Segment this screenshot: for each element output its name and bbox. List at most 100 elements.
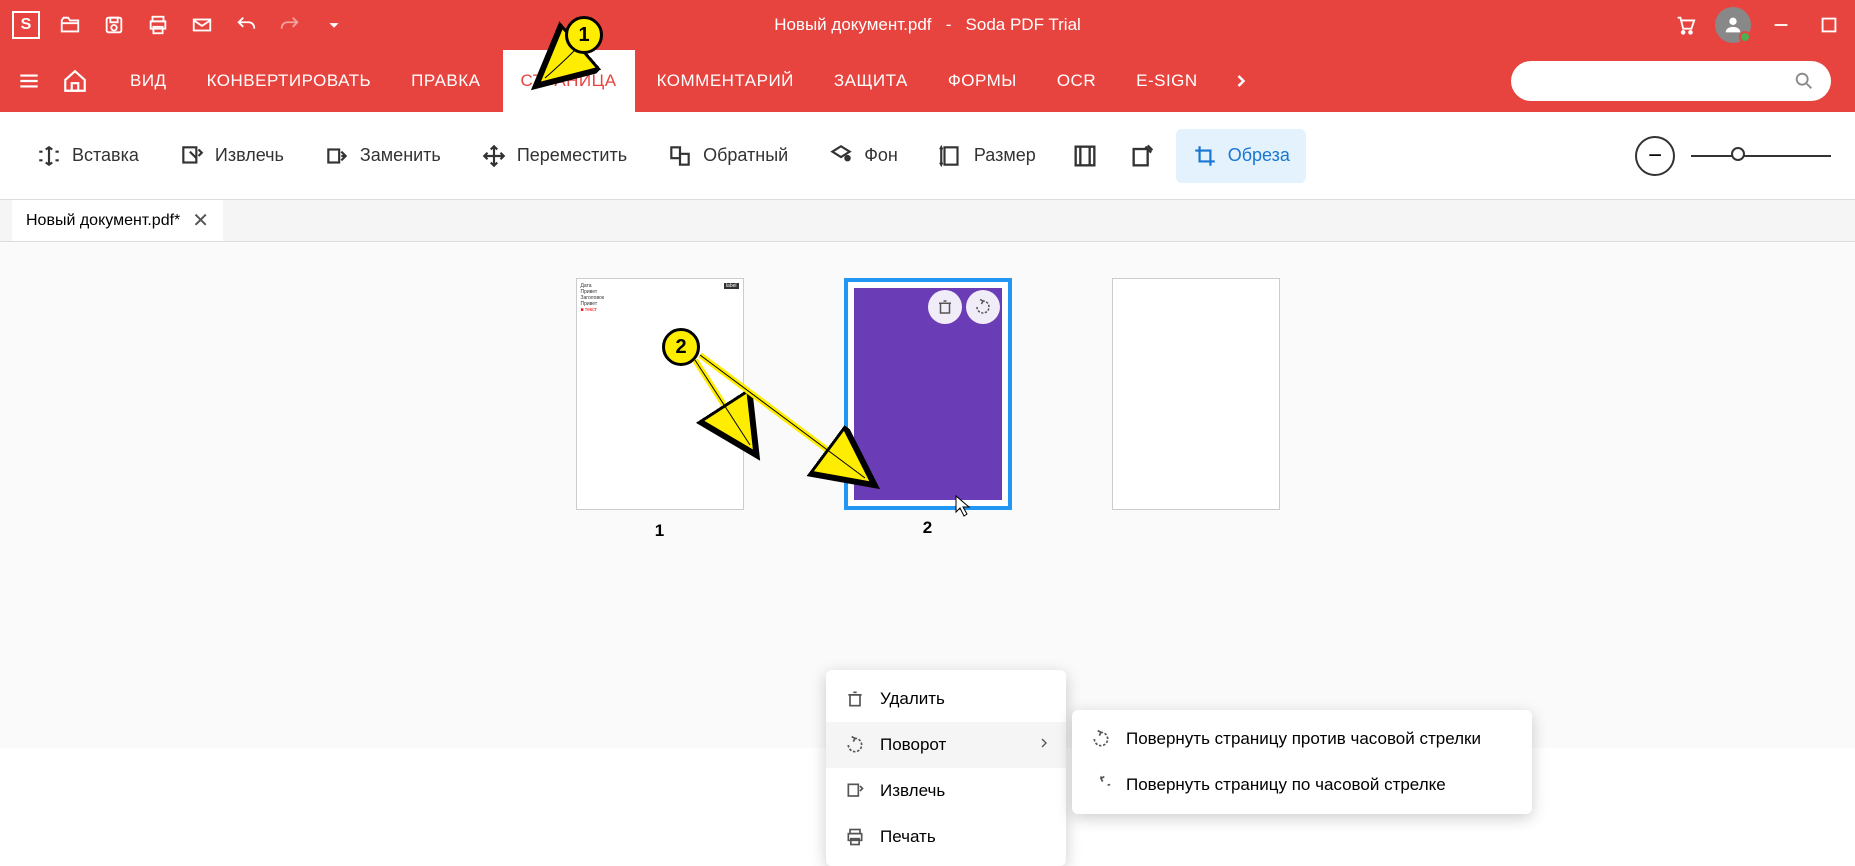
rotate-ccw-icon bbox=[844, 734, 866, 756]
page-thumb-3[interactable] bbox=[1112, 278, 1280, 510]
zoom-out-button[interactable]: − bbox=[1635, 136, 1675, 176]
maximize-icon bbox=[1818, 14, 1840, 36]
search-icon bbox=[1793, 70, 1815, 92]
cursor-icon bbox=[954, 494, 974, 518]
folder-open-icon bbox=[59, 14, 81, 36]
home-icon bbox=[62, 68, 88, 94]
avatar-icon bbox=[1715, 7, 1751, 43]
ctx-rotate-cw[interactable]: Повернуть страницу по часовой стрелке bbox=[1072, 762, 1532, 808]
print-icon bbox=[844, 826, 866, 848]
rotate-cw-icon bbox=[1090, 774, 1112, 796]
trash-icon bbox=[936, 298, 954, 316]
replace-icon bbox=[324, 143, 350, 169]
print-button[interactable] bbox=[140, 7, 176, 43]
redo-icon bbox=[279, 14, 301, 36]
undo-icon bbox=[235, 14, 257, 36]
page-actions bbox=[928, 290, 1000, 324]
tool-reverse[interactable]: Обратный bbox=[651, 129, 804, 183]
tool-extract[interactable]: Извлечь bbox=[163, 129, 300, 183]
title-bar-right bbox=[1667, 7, 1847, 43]
ctx-rotate[interactable]: Поворот bbox=[826, 722, 1066, 768]
open-button[interactable] bbox=[52, 7, 88, 43]
extract-icon bbox=[179, 143, 205, 169]
redo-button[interactable] bbox=[272, 7, 308, 43]
ctx-extract[interactable]: Извлечь bbox=[826, 768, 1066, 814]
tool-export[interactable] bbox=[1118, 131, 1168, 181]
ctx-delete[interactable]: Удалить bbox=[826, 676, 1066, 722]
title-bar-left: S bbox=[8, 7, 352, 43]
home-button[interactable] bbox=[54, 60, 96, 102]
cart-icon bbox=[1674, 14, 1696, 36]
tool-move[interactable]: Переместить bbox=[465, 129, 643, 183]
context-menu: Удалить Поворот Извлечь Печать bbox=[826, 670, 1066, 866]
menu-forms[interactable]: ФОРМЫ bbox=[930, 50, 1035, 112]
ctx-rotate-ccw[interactable]: Повернуть страницу против часовой стрелк… bbox=[1072, 716, 1532, 762]
menu-page[interactable]: СТРАНИЦА bbox=[503, 50, 635, 112]
cart-button[interactable] bbox=[1667, 7, 1703, 43]
menu-more[interactable] bbox=[1220, 60, 1262, 102]
account-button[interactable] bbox=[1715, 7, 1751, 43]
s-logo: S bbox=[12, 11, 40, 39]
minimize-icon bbox=[1770, 14, 1792, 36]
menu-ocr[interactable]: OCR bbox=[1039, 50, 1114, 112]
background-icon bbox=[828, 143, 854, 169]
doc-tab-area: Новый документ.pdf* ✕ bbox=[0, 200, 1855, 242]
page-delete-button[interactable] bbox=[928, 290, 962, 324]
search-input[interactable] bbox=[1527, 73, 1793, 90]
trash-icon bbox=[844, 688, 866, 710]
mail-icon bbox=[191, 14, 213, 36]
move-icon bbox=[481, 143, 507, 169]
tool-background[interactable]: Фон bbox=[812, 129, 914, 183]
save-button[interactable] bbox=[96, 7, 132, 43]
window-title: Новый документ.pdf - Soda PDF Trial bbox=[774, 15, 1081, 35]
menu-comment[interactable]: КОММЕНТАРИЙ bbox=[639, 50, 812, 112]
page-rotate-button[interactable] bbox=[966, 290, 1000, 324]
extract-icon bbox=[844, 780, 866, 802]
email-button[interactable] bbox=[184, 7, 220, 43]
chevron-right-icon bbox=[1231, 71, 1251, 91]
undo-button[interactable] bbox=[228, 7, 264, 43]
hamburger-menu[interactable] bbox=[8, 60, 50, 102]
search-box[interactable] bbox=[1511, 61, 1831, 101]
menu-esign[interactable]: E-SIGN bbox=[1118, 50, 1216, 112]
crop-icon bbox=[1192, 143, 1218, 169]
menu-view[interactable]: ВИД bbox=[112, 50, 185, 112]
insert-icon bbox=[36, 143, 62, 169]
page1-content: Датаlabel ПриветЗаголовокПривет ■ текст bbox=[577, 279, 743, 317]
app-logo[interactable]: S bbox=[8, 7, 44, 43]
zoom-thumb[interactable] bbox=[1731, 147, 1745, 161]
margins-icon bbox=[1071, 142, 1099, 170]
tool-crop[interactable]: Обреза bbox=[1176, 129, 1306, 183]
workspace: Датаlabel ПриветЗаголовокПривет ■ текст … bbox=[0, 242, 1855, 748]
page-thumb-1[interactable]: Датаlabel ПриветЗаголовокПривет ■ текст … bbox=[576, 278, 744, 510]
tool-margins[interactable] bbox=[1060, 131, 1110, 181]
zoom-slider[interactable] bbox=[1691, 155, 1831, 157]
maximize-button[interactable] bbox=[1811, 7, 1847, 43]
menu-edit[interactable]: ПРАВКА bbox=[393, 50, 498, 112]
doc-tab-close[interactable]: ✕ bbox=[192, 208, 209, 233]
hamburger-icon bbox=[16, 68, 42, 94]
doc-tab[interactable]: Новый документ.pdf* ✕ bbox=[12, 200, 223, 241]
menu-convert[interactable]: КОНВЕРТИРОВАТЬ bbox=[189, 50, 390, 112]
doc-tab-label: Новый документ.pdf* bbox=[26, 212, 180, 230]
export-icon bbox=[1129, 142, 1157, 170]
menu-protect[interactable]: ЗАЩИТА bbox=[816, 50, 926, 112]
context-submenu: Повернуть страницу против часовой стрелк… bbox=[1072, 710, 1532, 814]
page-label-1: 1 bbox=[655, 521, 664, 541]
zoom-control: − bbox=[1635, 136, 1831, 176]
chevron-down-icon bbox=[323, 14, 345, 36]
save-icon bbox=[103, 14, 125, 36]
title-bar: S Новый документ.pdf - Soda PDF Trial bbox=[0, 0, 1855, 50]
page-thumb-2[interactable]: 2 bbox=[844, 278, 1012, 510]
dropdown-button[interactable] bbox=[316, 7, 352, 43]
annotation-marker-2: 2 bbox=[662, 328, 700, 366]
rotate-ccw-icon bbox=[1090, 728, 1112, 750]
tool-insert[interactable]: Вставка bbox=[20, 129, 155, 183]
ctx-print[interactable]: Печать bbox=[826, 814, 1066, 860]
minimize-button[interactable] bbox=[1763, 7, 1799, 43]
menu-bar: ВИД КОНВЕРТИРОВАТЬ ПРАВКА СТРАНИЦА КОММЕ… bbox=[0, 50, 1855, 112]
tool-size[interactable]: Размер bbox=[922, 129, 1052, 183]
annotation-marker-1: 1 bbox=[565, 16, 603, 54]
toolbar: Вставка Извлечь Заменить Переместить Обр… bbox=[0, 112, 1855, 200]
tool-replace[interactable]: Заменить bbox=[308, 129, 457, 183]
